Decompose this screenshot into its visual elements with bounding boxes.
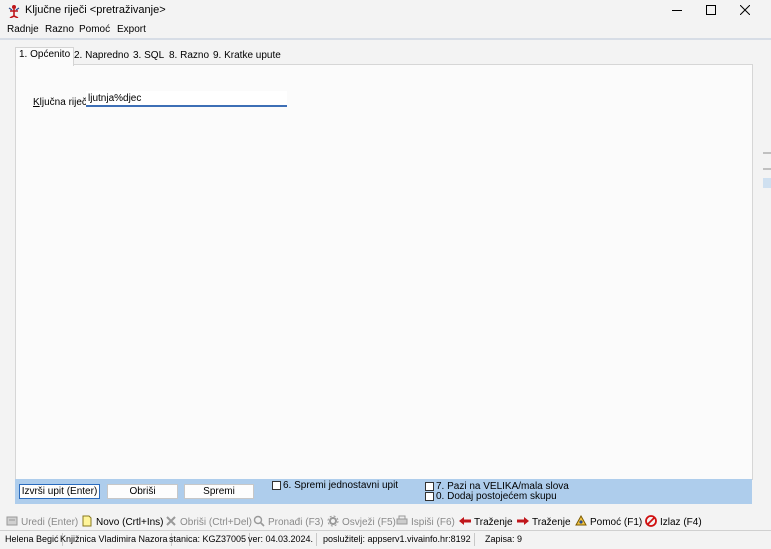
- refresh-tool-label: Osvježi (F5): [342, 517, 396, 528]
- exit-tool[interactable]: Izlaz (F4): [645, 515, 702, 528]
- close-button[interactable]: [728, 0, 762, 21]
- tab-razno[interactable]: 8. Razno: [166, 49, 212, 64]
- add-to-existing-label: 0. Dodaj postojećem skupu: [436, 491, 557, 502]
- printer-icon: [396, 515, 408, 525]
- keyword-label: Ključna riječ: [33, 97, 87, 108]
- help-tool[interactable]: Pomoć (F1): [575, 515, 642, 528]
- edge-marker: [763, 178, 771, 188]
- refresh-gear-icon: [327, 515, 339, 527]
- print-tool[interactable]: Ispiši (F6): [396, 515, 455, 528]
- save-simple-query-checkbox[interactable]: [272, 481, 281, 490]
- help-buoy-icon: [575, 515, 587, 526]
- edit-tool[interactable]: Uredi (Enter): [6, 515, 78, 528]
- tab-panel-opcenito: [15, 64, 753, 480]
- window-title: Ključne riječi <pretraživanje>: [25, 4, 166, 16]
- status-server: poslužitelj: appserv1.vivainfo.hr:8192: [320, 533, 475, 546]
- menu-radnje[interactable]: Radnje: [7, 24, 39, 35]
- find-tool-label: Pronađi (F3): [268, 517, 324, 528]
- help-tool-label: Pomoć (F1): [590, 517, 643, 528]
- maximize-button[interactable]: [694, 0, 728, 21]
- search-forward-label: Traženje: [532, 517, 571, 528]
- status-station: stanica: KGZ37005: [166, 533, 251, 546]
- tab-napredno[interactable]: 2. Napredno: [71, 49, 132, 64]
- keyword-label-accelerator: K: [33, 97, 40, 108]
- status-user: Helena Begić: [2, 533, 63, 546]
- minimize-icon: [672, 10, 682, 11]
- status-version: ver: 04.03.2024.: [245, 533, 318, 546]
- new-tool[interactable]: Novo (Crtl+Ins): [81, 515, 164, 528]
- search-forward-tool[interactable]: Traženje: [517, 515, 571, 528]
- execute-query-button[interactable]: Izvrši upit (Enter): [19, 484, 100, 499]
- status-bar: Helena Begić Knjižnica Vladimira Nazora …: [0, 530, 771, 549]
- delete-tool[interactable]: Obriši (Ctrl+Del): [165, 515, 252, 528]
- add-to-existing-checkbox[interactable]: [425, 492, 434, 501]
- arrow-left-icon: [459, 517, 471, 525]
- menu-export[interactable]: Export: [117, 24, 146, 35]
- status-library: Knjižnica Vladimira Nazora: [57, 533, 172, 546]
- menu-bar: Radnje Razno Pomoć Export: [0, 21, 771, 38]
- save-button[interactable]: Spremi: [184, 484, 254, 499]
- maximize-icon: [706, 5, 716, 15]
- bottom-toolbar: Uredi (Enter) Novo (Crtl+Ins) Obriši (Ct…: [0, 512, 771, 529]
- delete-cross-icon: [166, 516, 176, 526]
- minimize-button[interactable]: [660, 0, 694, 21]
- exit-tool-label: Izlaz (F4): [660, 517, 702, 528]
- tab-sql[interactable]: 3. SQL: [130, 49, 167, 64]
- no-entry-icon: [645, 515, 657, 527]
- save-simple-query-label: 6. Spremi jednostavni upit: [283, 480, 399, 491]
- title-bar[interactable]: Ključne riječi <pretraživanje>: [0, 0, 771, 21]
- edit-icon: [6, 516, 18, 526]
- status-records: Zapisa: 9: [485, 534, 523, 544]
- search-back-label: Traženje: [474, 517, 513, 528]
- edge-divider: [763, 152, 771, 154]
- delete-tool-label: Obriši (Ctrl+Del): [180, 517, 252, 528]
- keyword-input[interactable]: ljutnja%djec: [86, 91, 287, 107]
- close-icon: [740, 5, 750, 15]
- edge-divider: [763, 168, 771, 170]
- magnifier-icon: [253, 515, 265, 527]
- edit-tool-label: Uredi (Enter): [21, 517, 79, 528]
- menu-razno[interactable]: Razno: [45, 24, 74, 35]
- find-tool[interactable]: Pronađi (F3): [253, 515, 324, 528]
- tab-kratke-upute[interactable]: 9. Kratke upute: [210, 49, 284, 64]
- tab-opcenito[interactable]: 1. Općenito: [15, 47, 75, 66]
- delete-button[interactable]: Obriši: [107, 484, 178, 499]
- menu-divider: [0, 38, 771, 40]
- new-tool-label: Novo (Crtl+Ins): [96, 517, 164, 528]
- app-logo-icon: [8, 5, 20, 18]
- keyword-label-text: ljučna riječ: [39, 97, 87, 108]
- case-sensitive-checkbox[interactable]: [425, 482, 434, 491]
- new-document-icon: [82, 515, 92, 527]
- refresh-tool[interactable]: Osvježi (F5): [327, 515, 396, 528]
- search-back-tool[interactable]: Traženje: [459, 515, 513, 528]
- menu-pomoc[interactable]: Pomoć: [79, 24, 110, 35]
- arrow-right-icon: [517, 517, 529, 525]
- print-tool-label: Ispiši (F6): [411, 517, 455, 528]
